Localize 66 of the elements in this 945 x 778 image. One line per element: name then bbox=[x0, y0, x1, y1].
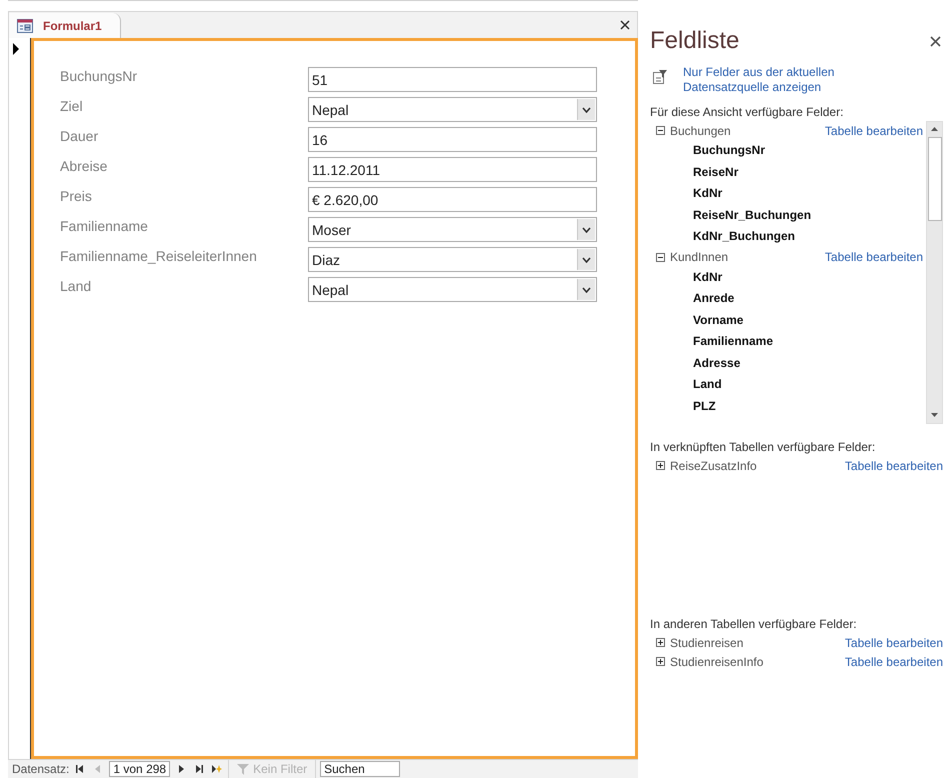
field-label: Dauer bbox=[60, 127, 100, 144]
field-name[interactable]: Vorname bbox=[650, 310, 926, 331]
field-name[interactable]: KdNr bbox=[650, 183, 926, 204]
scroll-down-icon bbox=[931, 413, 938, 417]
scrollbar-thumb[interactable] bbox=[928, 137, 942, 221]
expand-icon[interactable] bbox=[656, 638, 665, 647]
record-number-field[interactable]: 1 von 298 bbox=[109, 761, 170, 777]
text-field[interactable]: € 2.620,00 bbox=[308, 187, 597, 212]
table-name[interactable]: Studienreisen bbox=[670, 636, 840, 650]
table-name[interactable]: StudienreisenInfo bbox=[670, 654, 840, 668]
field-name[interactable]: Familienname bbox=[650, 331, 926, 352]
section-heading: In anderen Tabellen verfügbare Felder: bbox=[650, 617, 858, 633]
last-record-icon bbox=[194, 764, 204, 774]
field-name[interactable]: Land bbox=[650, 374, 926, 396]
scroll-up-icon bbox=[931, 127, 938, 131]
combo-box[interactable]: Nepal bbox=[308, 277, 597, 302]
table-name[interactable]: ReiseZusatzInfo bbox=[670, 458, 840, 472]
field-name[interactable]: Adresse bbox=[650, 352, 926, 374]
edit-table-link[interactable]: Tabelle bearbeiten bbox=[824, 250, 923, 264]
table-name[interactable]: KundInnen bbox=[670, 250, 820, 264]
table-name[interactable]: Buchungen bbox=[670, 124, 820, 138]
first-record-icon bbox=[75, 764, 86, 774]
section-heading: Für diese Ansicht verfügbare Felder: bbox=[650, 105, 844, 121]
close-icon bbox=[619, 19, 631, 31]
combo-box[interactable]: Moser bbox=[308, 217, 597, 242]
section-heading: In verknüpften Tabellen verfügbare Felder: bbox=[650, 440, 876, 456]
field-label: Abreise bbox=[60, 157, 108, 174]
edit-table-link[interactable]: Tabelle bearbeiten bbox=[844, 458, 943, 472]
field-label: Familienname bbox=[60, 217, 149, 234]
current-record-icon bbox=[12, 43, 18, 55]
collapse-icon[interactable] bbox=[656, 252, 665, 262]
field-label: BuchungsNr bbox=[60, 67, 138, 84]
funnel-icon bbox=[237, 764, 250, 774]
new-record-icon bbox=[212, 764, 222, 774]
edit-table-link[interactable]: Tabelle bearbeiten bbox=[844, 636, 943, 650]
form-icon bbox=[17, 18, 33, 32]
combo-box[interactable]: Diaz bbox=[308, 247, 597, 272]
field-label: Preis bbox=[60, 187, 93, 204]
document-tab[interactable]: Formular1 bbox=[9, 13, 121, 38]
search-field[interactable]: Suchen bbox=[320, 761, 400, 777]
edit-table-link[interactable]: Tabelle bearbeiten bbox=[844, 654, 943, 668]
expand-icon[interactable] bbox=[656, 461, 665, 470]
close-icon bbox=[930, 36, 941, 46]
field-label: Familienname_ReiseleiterInnen bbox=[60, 247, 258, 264]
next-record-icon bbox=[176, 764, 186, 774]
combo-box[interactable]: Nepal bbox=[308, 97, 597, 122]
field-label: Ziel bbox=[60, 97, 84, 114]
text-field[interactable]: 11.12.2011 bbox=[308, 157, 597, 182]
field-name[interactable]: BuchungsNr bbox=[650, 140, 926, 162]
pane-title: Feldliste bbox=[650, 27, 740, 55]
field-name[interactable]: Anrede bbox=[650, 288, 926, 310]
field-label: Land bbox=[60, 277, 92, 294]
field-name[interactable]: PLZ bbox=[650, 396, 926, 417]
field-name[interactable]: KdNr_Buchungen bbox=[650, 226, 926, 248]
filter-list-icon bbox=[653, 70, 667, 84]
text-field[interactable]: 16 bbox=[308, 127, 597, 152]
field-name[interactable]: ReiseNr bbox=[650, 162, 926, 183]
record-navigation-label: Datensatz: bbox=[12, 762, 70, 776]
field-name[interactable]: ReiseNr_Buchungen bbox=[650, 204, 926, 226]
scrollbar[interactable] bbox=[926, 121, 943, 424]
show-current-source-link[interactable]: Nur Felder aus der aktuellen Datensatzquelle anzeigen bbox=[683, 65, 873, 95]
expand-icon[interactable] bbox=[656, 657, 665, 666]
edit-table-link[interactable]: Tabelle bearbeiten bbox=[824, 124, 923, 138]
field-name[interactable]: KdNr bbox=[650, 266, 926, 288]
text-field[interactable]: 51 bbox=[308, 67, 597, 92]
collapse-icon[interactable] bbox=[656, 126, 665, 135]
